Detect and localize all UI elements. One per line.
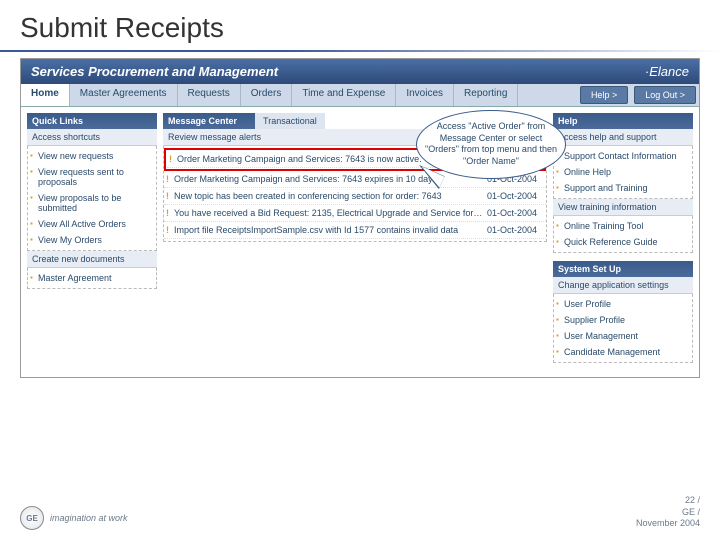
nav-bar: Home Master Agreements Requests Orders T… [21,84,699,107]
quick-link-item[interactable]: View My Orders [28,232,156,248]
app-frame: Services Procurement and Management ·Ela… [20,58,700,378]
message-text: Import file ReceiptsImportSample.csv wit… [174,225,487,235]
right-column: Help Access help and support Support Con… [553,113,693,371]
slide-title: Submit Receipts [0,0,720,50]
left-column: Quick Links Access shortcuts View new re… [27,113,157,371]
message-date: 01-Oct-2004 [487,208,542,218]
setup-sub: Change application settings [553,277,693,294]
company-label: GE / [636,507,700,519]
nav-tab-home[interactable]: Home [21,84,70,106]
training-item[interactable]: Quick Reference Guide [554,234,692,250]
page-number: 22 / [636,495,700,507]
message-center-header: Message Center [163,113,255,129]
create-doc-item[interactable]: Master Agreement [28,270,156,286]
help-item[interactable]: Support Contact Information [554,148,692,164]
training-sub: View training information [553,199,693,216]
help-button[interactable]: Help > [580,86,628,104]
footer-date: November 2004 [636,518,700,530]
training-item[interactable]: Online Training Tool [554,218,692,234]
setup-item[interactable]: Candidate Management [554,344,692,360]
nav-tab-orders[interactable]: Orders [241,84,293,106]
nav-tab-reporting[interactable]: Reporting [454,84,518,106]
setup-item[interactable]: Supplier Profile [554,312,692,328]
quick-link-item[interactable]: View requests sent to proposals [28,164,156,190]
quick-link-item[interactable]: View All Active Orders [28,216,156,232]
help-sub: Access help and support [553,129,693,146]
quick-link-item[interactable]: View new requests [28,148,156,164]
nav-tab-time-expense[interactable]: Time and Expense [292,84,396,106]
logout-button[interactable]: Log Out > [634,86,696,104]
quick-links-panel: Quick Links Access shortcuts View new re… [27,113,157,289]
help-item[interactable]: Online Help [554,164,692,180]
setup-item[interactable]: User Management [554,328,692,344]
footer-left: GE imagination at work [20,506,128,530]
message-row[interactable]: New topic has been created in conferenci… [164,188,546,205]
message-text: New topic has been created in conferenci… [174,191,487,201]
footer-tagline: imagination at work [50,513,128,523]
message-date: 01-Oct-2004 [487,191,542,201]
setup-item[interactable]: User Profile [554,296,692,312]
quick-links-header: Quick Links [27,113,157,129]
help-header: Help [553,113,693,129]
message-text: You have received a Bid Request: 2135, E… [174,208,487,218]
help-panel: Help Access help and support Support Con… [553,113,693,253]
title-underline [0,50,720,52]
setup-panel: System Set Up Change application setting… [553,261,693,363]
message-date: 01-Oct-2004 [487,225,542,235]
footer-right: 22 / GE / November 2004 [636,495,700,530]
create-doc-sub: Create new documents [27,251,157,268]
content-area: Quick Links Access shortcuts View new re… [21,107,699,377]
nav-tab-master-agreements[interactable]: Master Agreements [70,84,178,106]
ge-logo-icon: GE [20,506,44,530]
setup-header: System Set Up [553,261,693,277]
message-row[interactable]: You have received a Bid Request: 2135, E… [164,205,546,222]
callout-bubble: Access "Active Order" from Message Cente… [416,110,566,179]
quick-links-sub: Access shortcuts [27,129,157,146]
nav-tab-invoices[interactable]: Invoices [396,84,454,106]
brand-label: ·Elance [645,64,689,79]
app-header: Services Procurement and Management ·Ela… [21,59,699,84]
quick-link-item[interactable]: View proposals to be submitted [28,190,156,216]
message-row[interactable]: Import file ReceiptsImportSample.csv wit… [164,222,546,239]
nav-tab-requests[interactable]: Requests [178,84,241,106]
slide-footer: GE imagination at work 22 / GE / Novembe… [20,495,700,530]
app-title: Services Procurement and Management [31,64,278,79]
message-center-tab[interactable]: Transactional [255,113,325,129]
nav-right: Help > Log Out > [577,84,699,106]
help-item[interactable]: Support and Training [554,180,692,196]
